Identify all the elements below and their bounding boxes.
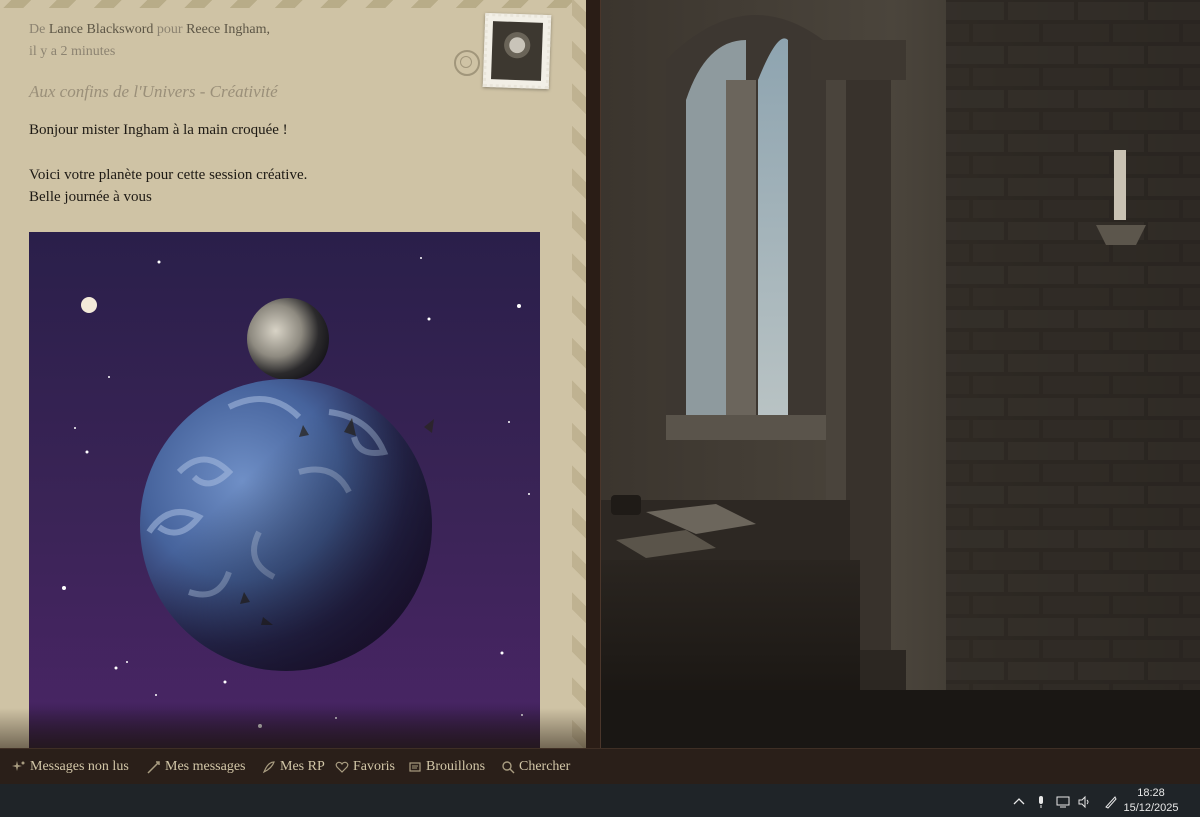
sparkle-icon <box>12 761 25 771</box>
sender-name-link[interactable]: Lance Blacksword <box>49 22 154 37</box>
nav-drafts[interactable]: Brouillons <box>408 759 485 775</box>
letter-subject: Aux confins de l'Univers - Créativité <box>29 82 278 101</box>
nav-favorites[interactable]: Favoris <box>335 759 395 775</box>
forum-nav-bar: Messages non lus Mes messages Mes RP Fav… <box>0 748 1200 785</box>
nav-favorites-label: Favoris <box>353 759 395 774</box>
clock-date: 15/12/2025 <box>1123 802 1179 814</box>
letter-timestamp: il y a 2 minutes <box>29 44 116 59</box>
microphone-icon[interactable] <box>1034 794 1048 808</box>
nav-search-label: Chercher <box>519 759 571 774</box>
nav-my-messages[interactable]: Mes messages <box>147 759 246 775</box>
letter-sender-line: De Lance Blacksword pour Reece Ingham, <box>29 22 270 38</box>
for-prefix: pour <box>156 22 183 37</box>
recipient-name-link[interactable]: Reece Ingham, <box>186 22 270 37</box>
scroll-icon <box>409 762 421 772</box>
stamp-portrait[interactable] <box>482 12 552 90</box>
clock-time: 18:28 <box>1137 787 1165 799</box>
panel-divider <box>586 0 601 748</box>
quill-icon <box>147 761 160 774</box>
nav-my-rp-label: Mes RP <box>280 759 325 774</box>
nav-drafts-label: Brouillons <box>426 759 486 774</box>
letter-panel: De Lance Blacksword pour Reece Ingham, i… <box>0 0 586 748</box>
sender-avatar <box>491 21 543 81</box>
nav-unread-messages[interactable]: Messages non lus <box>12 759 129 775</box>
nav-unread-label: Messages non lus <box>30 759 129 774</box>
postmark-icon <box>454 50 480 76</box>
background-illustration <box>586 0 1200 748</box>
tray-expand-chevron-icon[interactable] <box>1012 794 1026 808</box>
envelope-border-right <box>572 0 586 748</box>
volume-icon[interactable] <box>1078 794 1092 809</box>
planet-artwork <box>29 232 540 748</box>
from-prefix: De <box>29 22 46 37</box>
nav-search[interactable]: Chercher <box>501 759 570 775</box>
envelope-border-top <box>0 0 586 8</box>
system-clock[interactable]: 18:28 15/12/2025 <box>1116 786 1186 816</box>
feather-icon <box>262 761 275 774</box>
nav-my-rp[interactable]: Mes RP <box>262 759 325 775</box>
nav-my-messages-label: Mes messages <box>165 759 246 774</box>
postage-stamp <box>448 12 552 90</box>
os-taskbar: 18:28 15/12/2025 <box>0 784 1200 817</box>
search-icon <box>502 761 515 774</box>
letter-body-line: Voici votre planète pour cette session c… <box>29 167 308 183</box>
letter-greeting: Bonjour mister Ingham à la main croquée … <box>29 122 288 138</box>
letter-closing: Belle journée à vous <box>29 189 152 205</box>
network-icon[interactable] <box>1056 794 1070 808</box>
heart-icon <box>335 761 349 773</box>
